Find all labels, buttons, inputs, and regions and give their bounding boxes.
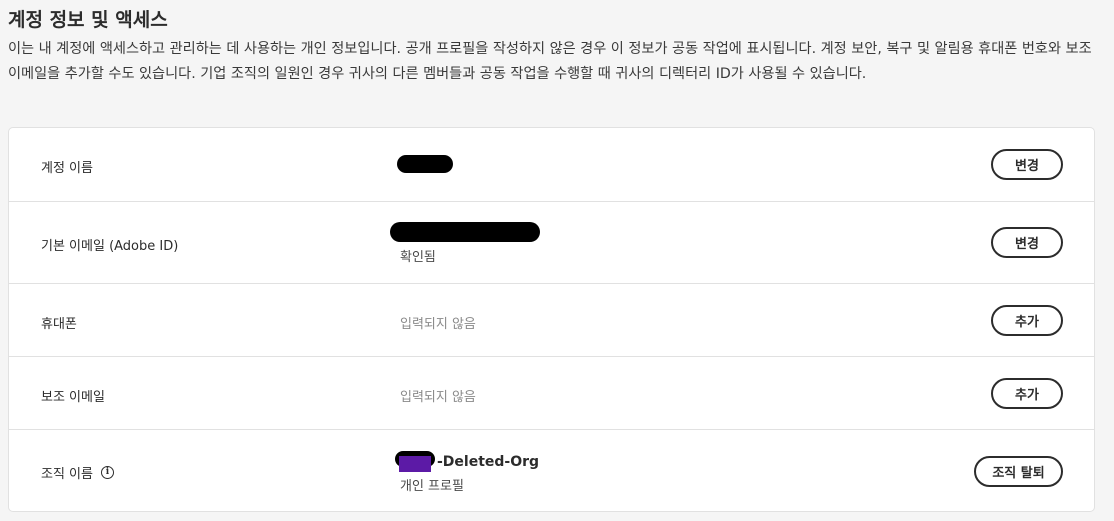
change-primary-email-button[interactable]: 변경 [991, 227, 1063, 258]
account-info-card: 계정 이름 변경 기본 이메일 (Adobe ID) 확인됨 변경 휴대폰 입력… [8, 127, 1095, 512]
row-primary-email: 기본 이메일 (Adobe ID) 확인됨 변경 [9, 202, 1094, 284]
organization-label-text: 조직 이름 [41, 467, 93, 482]
account-info-page: 계정 정보 및 액세스 이는 내 계정에 액세스하고 관리하는 데 사용하는 개… [0, 0, 1114, 521]
row-secondary-email: 보조 이메일 입력되지 않음 추가 [9, 357, 1094, 430]
email-verified-status: 확인됨 [400, 250, 436, 265]
account-name-label-text: 계정 이름 [41, 161, 93, 176]
primary-email-label-text: 기본 이메일 (Adobe ID) [41, 239, 179, 254]
secondary-email-label: 보조 이메일 [41, 386, 105, 405]
add-phone-button[interactable]: 추가 [991, 305, 1063, 336]
page-title: 계정 정보 및 액세스 [8, 9, 168, 31]
page-description: 이는 내 계정에 액세스하고 관리하는 데 사용하는 개인 정보입니다. 공개 … [8, 41, 1092, 82]
leave-organization-button[interactable]: 조직 탈퇴 [974, 456, 1063, 487]
secondary-email-value: 입력되지 않음 [400, 390, 476, 405]
row-account-name: 계정 이름 변경 [9, 128, 1094, 202]
row-phone: 휴대폰 입력되지 않음 추가 [9, 284, 1094, 357]
phone-value: 입력되지 않음 [400, 317, 476, 332]
secondary-email-label-text: 보조 이메일 [41, 390, 105, 405]
change-account-name-button[interactable]: 변경 [991, 149, 1063, 180]
phone-label-text: 휴대폰 [41, 317, 77, 332]
row-organization: 조직 이름 i -Deleted-Org 개인 프로필 조직 탈퇴 [9, 430, 1094, 511]
phone-label: 휴대폰 [41, 313, 77, 332]
primary-email-label: 기본 이메일 (Adobe ID) [41, 235, 178, 254]
org-logo [399, 456, 431, 472]
organization-profile-type: 개인 프로필 [400, 479, 464, 494]
organization-label: 조직 이름 i [41, 463, 114, 482]
add-secondary-email-button[interactable]: 추가 [991, 378, 1063, 409]
organization-name: -Deleted-Org [437, 454, 540, 470]
account-name-label: 계정 이름 [41, 157, 93, 176]
redacted-primary-email [390, 222, 540, 242]
info-icon[interactable]: i [100, 466, 114, 479]
redacted-account-name [397, 155, 453, 173]
